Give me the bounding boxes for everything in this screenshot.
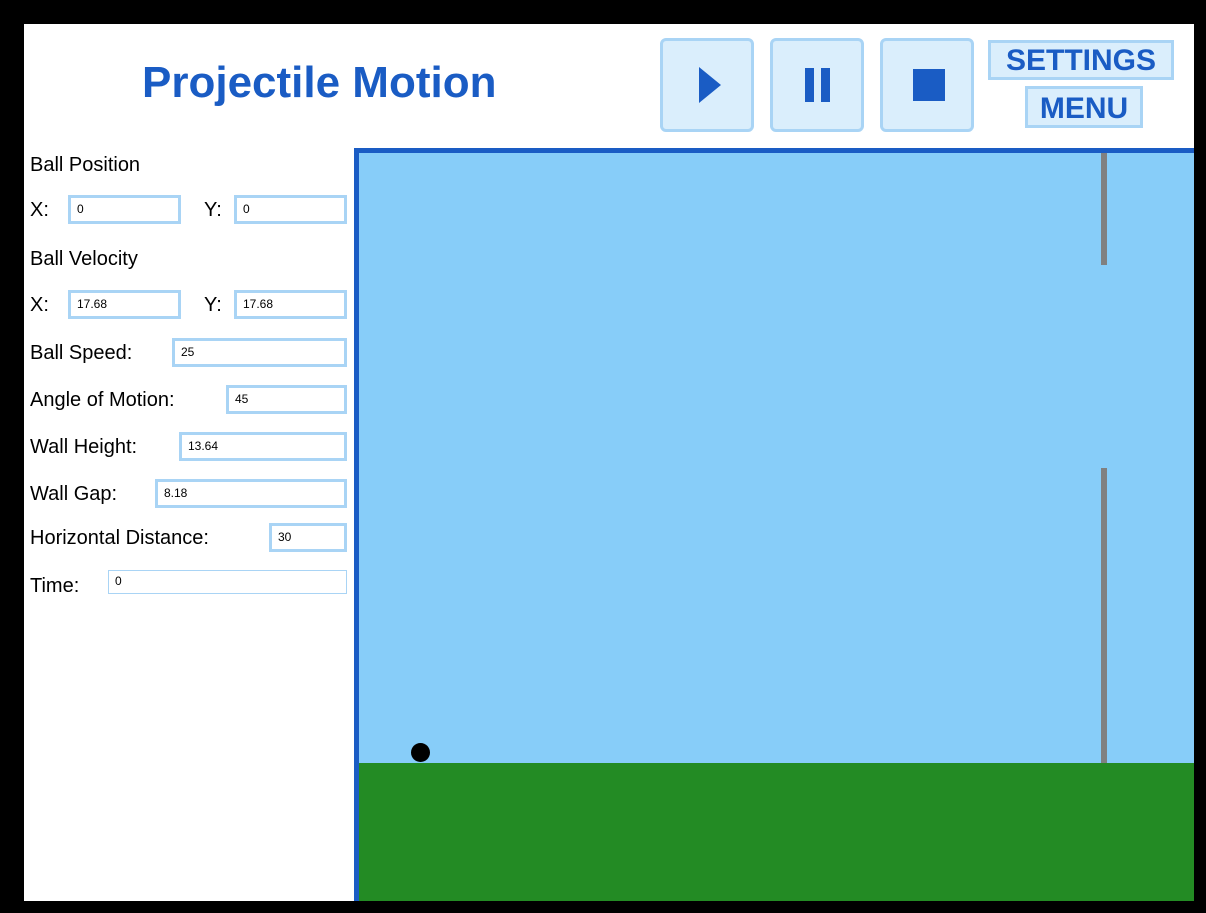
wall-gap-field[interactable]: 8.18: [155, 479, 347, 508]
stop-icon: [913, 69, 945, 101]
menu-button[interactable]: MENU: [1025, 86, 1143, 128]
ball-velocity-y-label: Y:: [204, 294, 222, 316]
ground: [359, 763, 1194, 901]
simulation-canvas: [354, 148, 1194, 901]
upper-wall: [1101, 153, 1107, 265]
play-icon: [699, 67, 721, 103]
ball-position-x-label: X:: [30, 199, 49, 221]
ball-velocity-y-field[interactable]: 17.68: [234, 290, 347, 319]
time-label: Time:: [30, 575, 80, 597]
ball-position-y-field[interactable]: 0: [234, 195, 347, 224]
ball-position-heading: Ball Position: [30, 154, 141, 176]
ball-velocity-heading: Ball Velocity: [30, 248, 138, 270]
wall-gap-label: Wall Gap:: [30, 483, 118, 505]
ball-velocity-x-label: X:: [30, 294, 49, 316]
app-window: Projectile Motion SETTINGS MENU Ball Pos…: [24, 24, 1194, 901]
ball-speed-field[interactable]: 25: [172, 338, 347, 367]
ball-position-y-label: Y:: [204, 199, 222, 221]
horizontal-distance-label: Horizontal Distance:: [30, 527, 209, 549]
ball-position-x-field[interactable]: 0: [68, 195, 181, 224]
settings-button[interactable]: SETTINGS: [988, 40, 1174, 80]
angle-of-motion-field[interactable]: 45: [226, 385, 347, 414]
ball-speed-label: Ball Speed:: [30, 342, 133, 364]
pause-icon: [805, 68, 830, 102]
lower-wall: [1101, 468, 1107, 763]
stop-button[interactable]: [880, 38, 974, 132]
play-button[interactable]: [660, 38, 754, 132]
app-title: Projectile Motion: [142, 58, 497, 107]
angle-of-motion-label: Angle of Motion:: [30, 389, 175, 411]
ball: [411, 743, 430, 762]
pause-button[interactable]: [770, 38, 864, 132]
time-field[interactable]: 0: [108, 570, 347, 594]
horizontal-distance-field[interactable]: 30: [269, 523, 347, 552]
wall-height-field[interactable]: 13.64: [179, 432, 347, 461]
ball-velocity-x-field[interactable]: 17.68: [68, 290, 181, 319]
wall-height-label: Wall Height:: [30, 436, 138, 458]
